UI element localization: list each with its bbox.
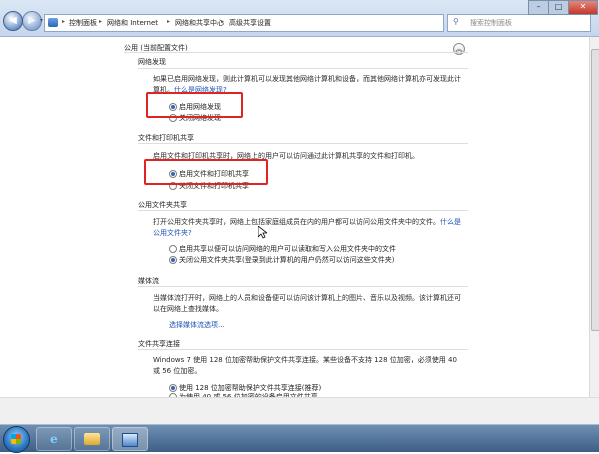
left-margin <box>0 37 120 397</box>
divider <box>138 143 468 144</box>
control-panel-icon[interactable] <box>112 427 148 451</box>
scrollbar-thumb[interactable] <box>591 49 599 331</box>
radio-label[interactable]: 启用共享以便可以访问网络的用户可以读取和写入公用文件夹中的文件 <box>179 244 396 254</box>
collapse-icon[interactable]: ︽ <box>453 43 465 55</box>
breadcrumb-item[interactable]: 网络和共享中心 <box>175 18 224 28</box>
windows-explorer-icon[interactable] <box>74 427 110 451</box>
maximize-button[interactable]: □ <box>548 0 569 15</box>
cursor-icon <box>258 226 267 239</box>
divider <box>138 68 468 69</box>
use-128-bit-encryption-radio[interactable] <box>169 384 177 392</box>
breadcrumb[interactable]: ▸ 控制面板 ▸ 网络和 Internet ▸ 网络和共享中心 ▸ 高级共享设置… <box>44 14 482 32</box>
divider <box>124 52 468 53</box>
forward-button[interactable]: ▶ <box>22 11 42 31</box>
start-orb-icon[interactable] <box>3 426 30 453</box>
chevron-right-icon[interactable]: ▸ <box>99 18 102 25</box>
divider <box>138 286 468 287</box>
chevron-right-icon[interactable]: ▸ <box>167 18 170 25</box>
breadcrumb-item[interactable]: 高级共享设置 <box>229 18 271 28</box>
divider <box>138 210 468 211</box>
radio-label[interactable]: 关闭公用文件夹共享(登录到此计算机的用户仍然可以访问这些文件夹) <box>179 255 394 265</box>
choose-media-streaming-options-link[interactable]: 选择媒体流选项... <box>169 320 225 330</box>
search-placeholder: 搜索控制面板 <box>470 19 512 27</box>
close-button[interactable]: ✕ <box>568 0 598 15</box>
section-heading: 网络发现 <box>138 58 166 66</box>
chevron-right-icon[interactable]: ▸ <box>62 18 65 25</box>
control-panel-icon <box>48 18 58 27</box>
section-description: 当媒体流打开时，网络上的人员和设备便可以访问该计算机上的图片、音乐以及视频。该计… <box>153 294 461 313</box>
section-heading: 媒体流 <box>138 277 159 285</box>
divider <box>138 349 468 350</box>
minimize-button[interactable]: – <box>528 0 549 15</box>
breadcrumb-item[interactable]: 网络和 Internet <box>107 18 158 28</box>
search-input[interactable]: ⚲ 搜索控制面板 <box>447 14 591 32</box>
address-bar: ◀ ▶ ▾ ▸ 控制面板 ▸ 网络和 Internet ▸ 网络和共享中心 ▸ … <box>0 0 599 37</box>
taskbar: e <box>0 424 599 453</box>
right-margin <box>478 37 590 397</box>
section-heading: 文件共享连接 <box>138 340 180 348</box>
internet-explorer-icon[interactable]: e <box>36 427 72 451</box>
section-heading: 公用文件夹共享 <box>138 201 187 209</box>
highlight-box <box>146 92 243 118</box>
vertical-scrollbar[interactable] <box>589 37 599 397</box>
section-description: 打开公用文件夹共享时，网络上包括家庭组成员在内的用户都可以访问公用文件夹中的文件… <box>153 217 463 239</box>
search-icon: ⚲ <box>453 17 459 26</box>
back-button[interactable]: ◀ <box>3 11 23 31</box>
breadcrumb-item[interactable]: 控制面板 <box>69 18 97 28</box>
section-heading: 文件和打印机共享 <box>138 134 194 142</box>
section-description: Windows 7 使用 128 位加密帮助保护文件共享连接。某些设备不支持 1… <box>153 356 457 375</box>
description-text: 打开公用文件夹共享时，网络上包括家庭组成员在内的用户都可以访问公用文件夹中的文件… <box>153 218 440 226</box>
advanced-sharing-settings: 公用 (当前配置文件) ︽ 网络发现 如果已启用网络发现，则此计算机可以发现其他… <box>120 37 478 401</box>
command-bar <box>0 397 599 425</box>
enable-public-folder-sharing-radio[interactable] <box>169 245 177 253</box>
chevron-right-icon[interactable]: ▸ <box>221 18 224 25</box>
disable-public-folder-sharing-radio[interactable] <box>169 256 177 264</box>
highlight-box <box>144 159 268 185</box>
